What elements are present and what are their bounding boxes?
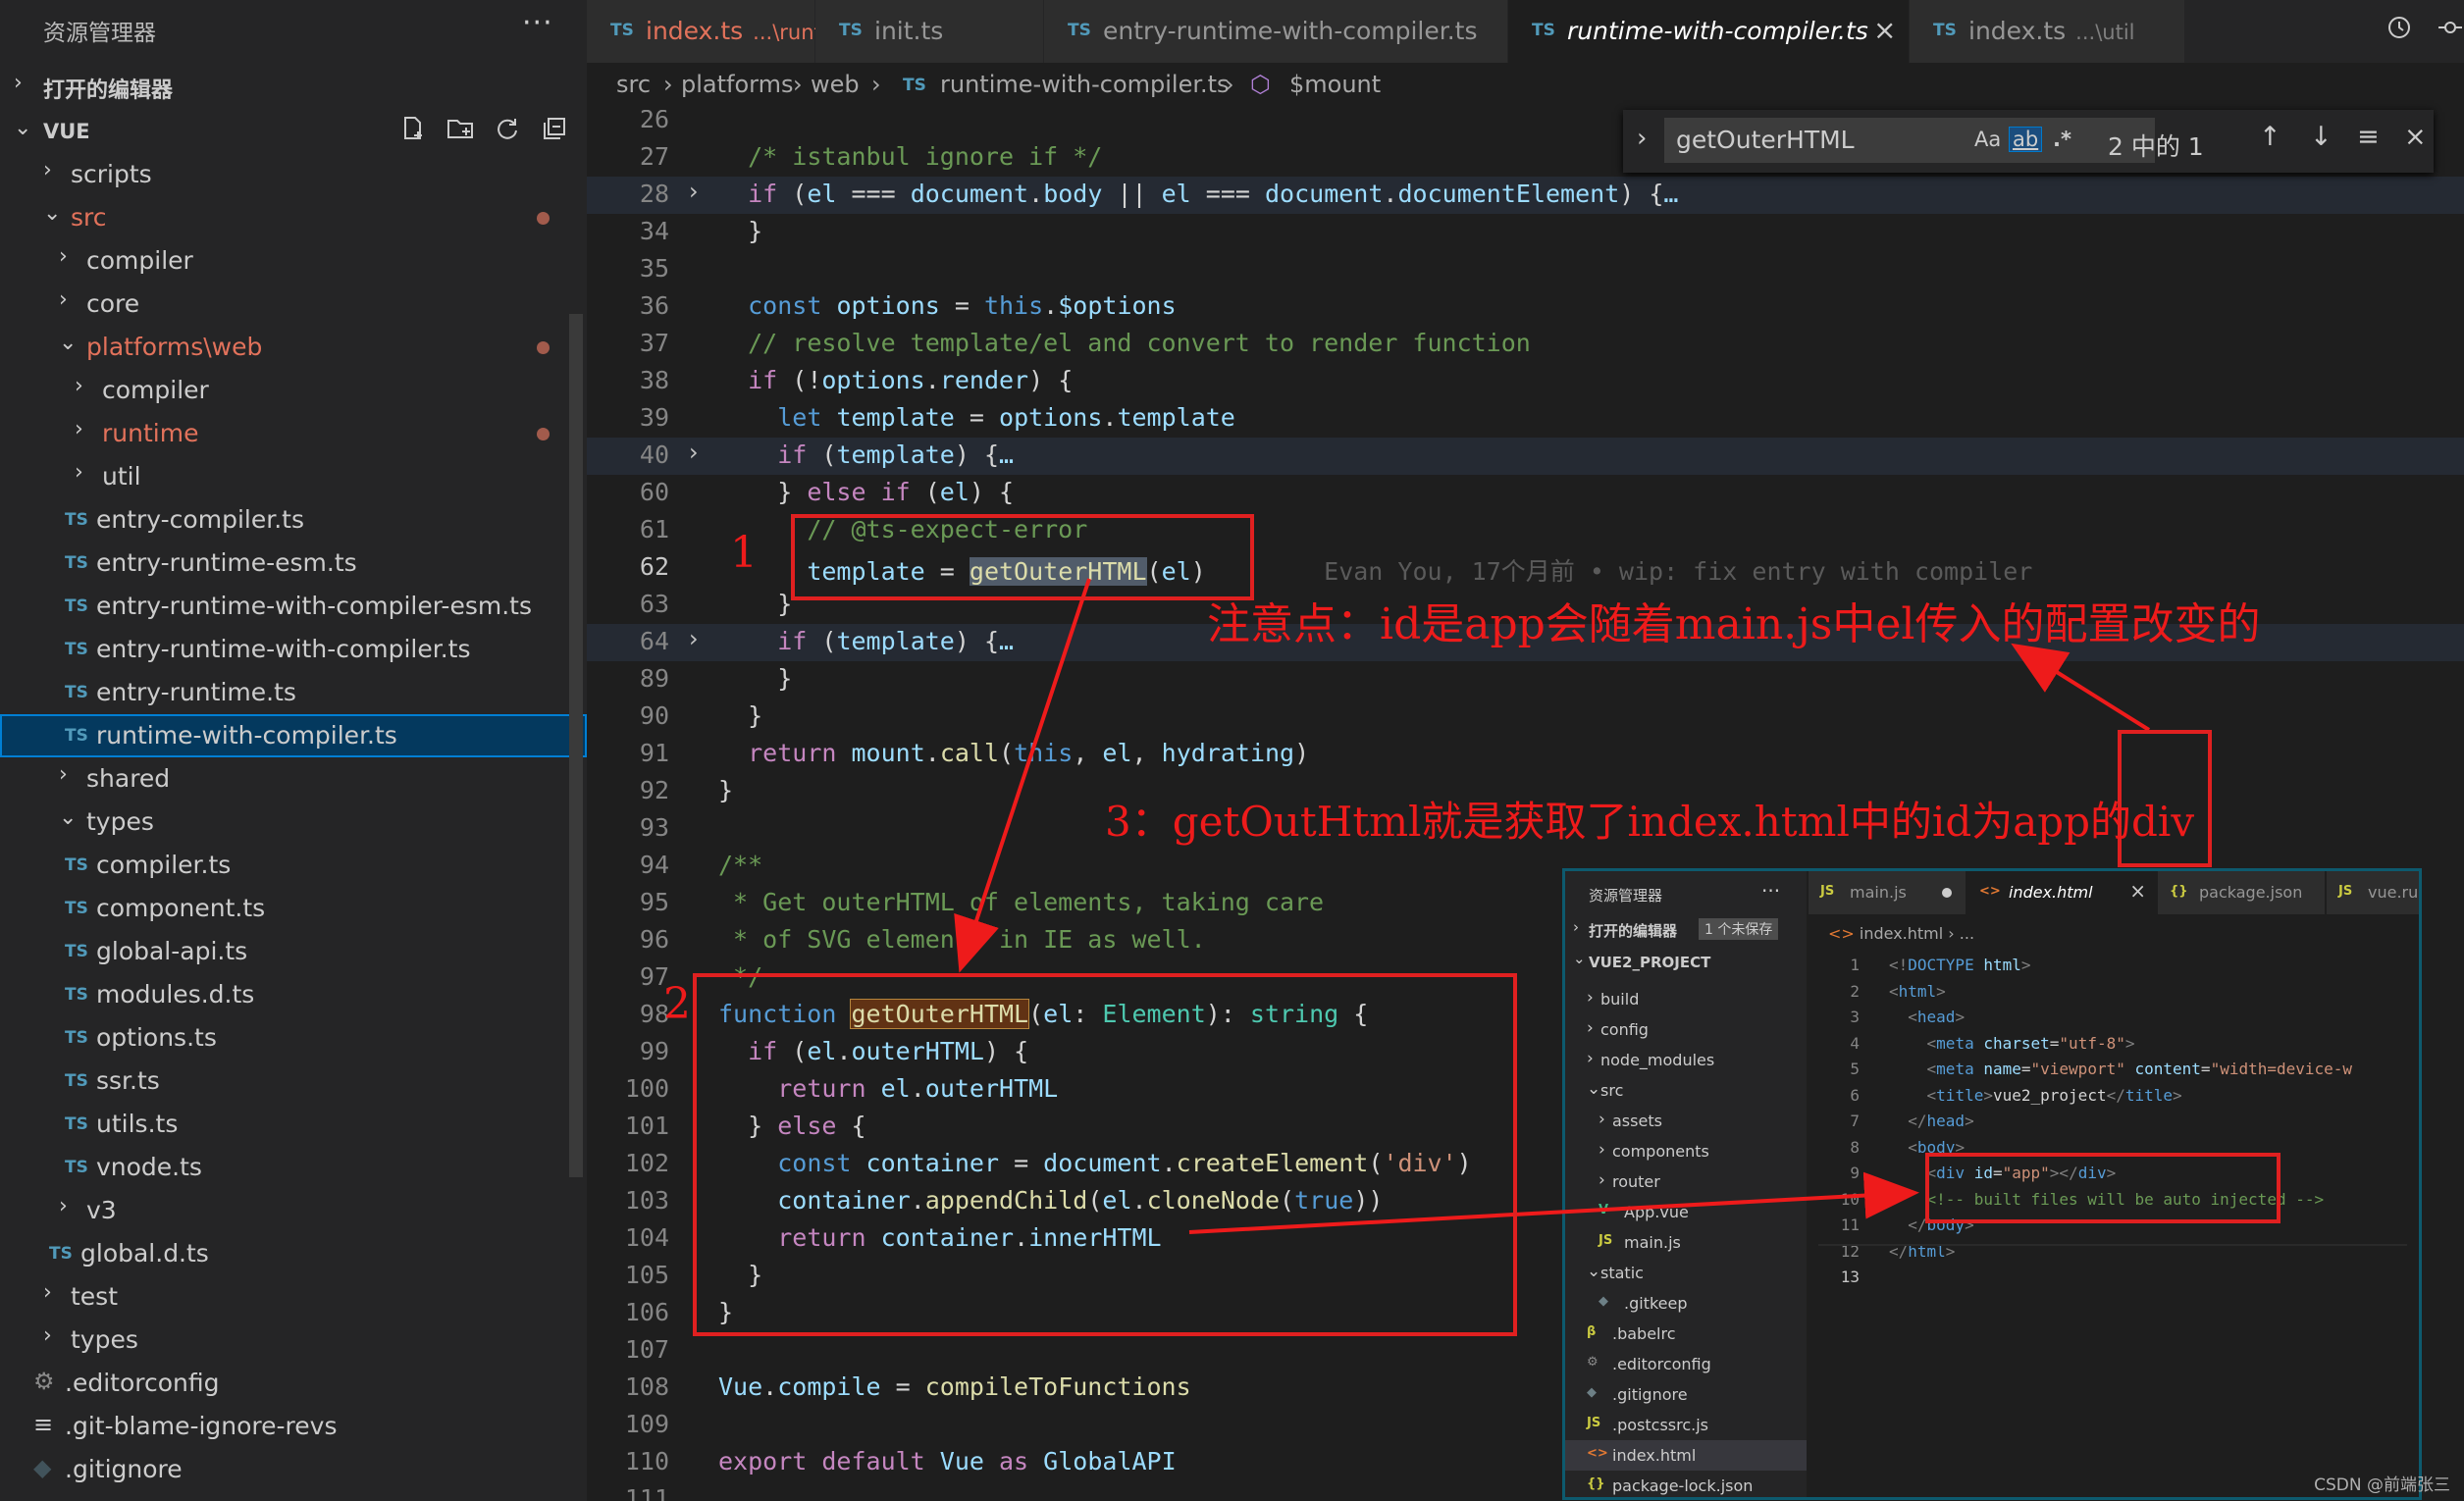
annotation-number-2: 2 [663, 979, 691, 1029]
annotation-box-1 [791, 514, 1254, 600]
annotation-box-2 [693, 973, 1517, 1336]
annotation-note-top: 注意点：id是app会随着main.js中el传入的配置改变的 [1207, 599, 2261, 649]
annotation-note-3: 3：getOutHtml就是获取了index.html中的id为app的div [1105, 798, 2195, 846]
annotation-box-div-app [1925, 1153, 2281, 1223]
vscode-window: 资源管理器 ··· › 打开的编辑器 ⌄ VUE › scripts ⌄ src › co… [0, 0, 2464, 1501]
annotation-number-1: 1 [730, 528, 758, 578]
watermark: CSDN @前端张三 [2314, 1475, 2450, 1495]
arrow-to-note [2011, 643, 2151, 732]
arrow-1-to-2 [954, 578, 1091, 973]
